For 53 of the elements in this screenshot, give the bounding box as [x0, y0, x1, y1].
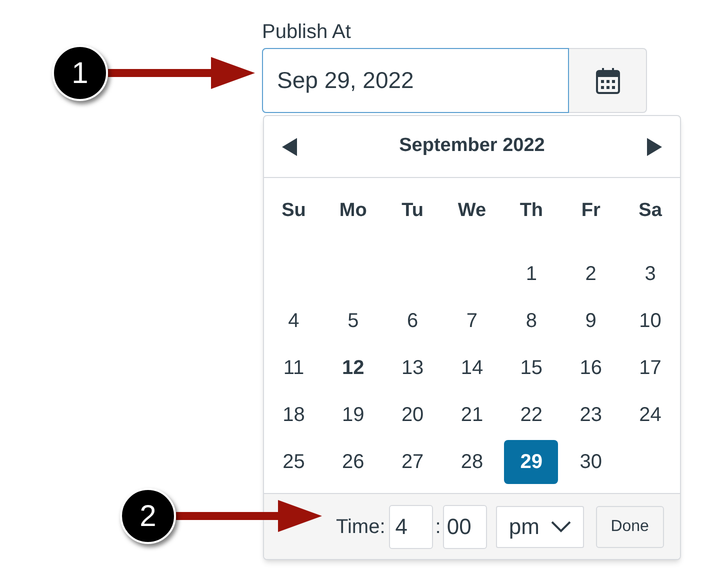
minute-input-field[interactable]: 00 [442, 504, 487, 548]
day-cell[interactable]: 19 [326, 392, 380, 436]
day-cell[interactable]: 3 [623, 252, 678, 296]
day-cell[interactable]: 8 [504, 298, 558, 342]
day-cell[interactable]: 17 [623, 346, 678, 390]
day-cell[interactable]: 15 [504, 346, 558, 390]
day-cell[interactable]: 29 [504, 440, 558, 484]
date-input-field[interactable]: Sep 29, 2022 [262, 48, 569, 113]
day-cell[interactable]: 12 [326, 346, 380, 390]
day-cell[interactable]: 2 [564, 252, 618, 296]
day-cell[interactable]: 20 [386, 392, 440, 436]
meridiem-select[interactable]: pm [496, 506, 584, 548]
day-cell[interactable]: 24 [623, 392, 678, 436]
weekday-label: Tu [402, 198, 424, 223]
time-label: Time: [336, 514, 386, 540]
day-cell[interactable]: 22 [504, 392, 558, 436]
callout-number: 2 [120, 488, 176, 544]
chevron-down-icon [550, 520, 571, 532]
day-cell[interactable]: 21 [444, 392, 499, 436]
day-cell[interactable]: 9 [564, 298, 618, 342]
field-label: Publish At [262, 20, 352, 45]
day-cell[interactable]: 23 [564, 392, 618, 436]
day-cell[interactable]: 26 [326, 440, 380, 484]
weekday-label: We [458, 198, 486, 223]
day-cell[interactable]: 25 [266, 440, 321, 484]
day-cell[interactable]: 6 [386, 298, 440, 342]
day-cell[interactable]: 28 [444, 440, 499, 484]
right-triangle-icon [646, 138, 662, 156]
day-cell[interactable]: 5 [326, 298, 380, 342]
left-triangle-icon [282, 138, 298, 156]
day-cell[interactable]: 4 [266, 298, 321, 342]
day-cell[interactable]: 11 [266, 346, 321, 390]
day-cell[interactable]: 18 [266, 392, 321, 436]
calendar-icon [594, 66, 620, 94]
day-cell[interactable]: 7 [444, 298, 499, 342]
time-separator: : [435, 514, 441, 540]
day-cell[interactable]: 10 [623, 298, 678, 342]
calendar-button[interactable] [569, 48, 647, 113]
weekday-label: Fr [581, 198, 600, 223]
hour-input-field[interactable]: 4 [389, 504, 434, 548]
weekday-label: Th [520, 198, 544, 223]
done-button[interactable]: Done [596, 506, 664, 548]
callout-number: 1 [52, 45, 108, 101]
day-cell[interactable]: 14 [444, 346, 499, 390]
day-cell[interactable]: 16 [564, 346, 618, 390]
day-cell[interactable]: 27 [386, 440, 440, 484]
day-cell[interactable]: 1 [504, 252, 558, 296]
weekday-label: Su [282, 198, 306, 223]
weekday-label: Sa [638, 198, 662, 223]
day-cell[interactable]: 30 [564, 440, 618, 484]
day-cell[interactable]: 13 [386, 346, 440, 390]
month-title: September 2022 [399, 134, 545, 158]
weekday-label: Mo [339, 198, 367, 223]
